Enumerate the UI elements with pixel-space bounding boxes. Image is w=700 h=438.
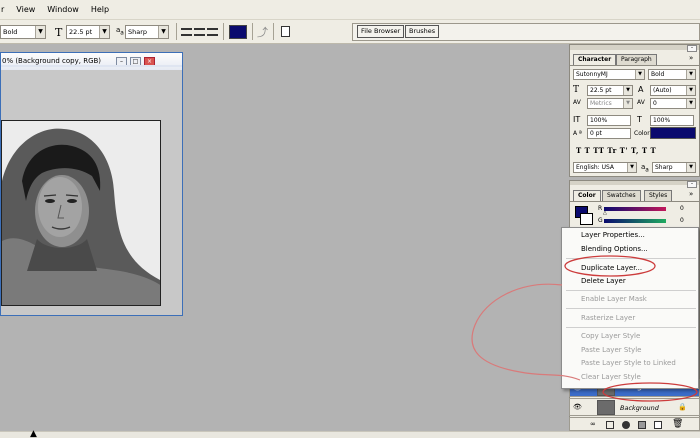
status-bar (0, 431, 700, 438)
highlight-circle-duplicate (564, 255, 656, 277)
cursor-icon: ▲ (30, 429, 37, 438)
annotation-overlay (471, 255, 698, 402)
highlight-circle-layer (602, 382, 698, 402)
annotation-curve (471, 283, 581, 381)
